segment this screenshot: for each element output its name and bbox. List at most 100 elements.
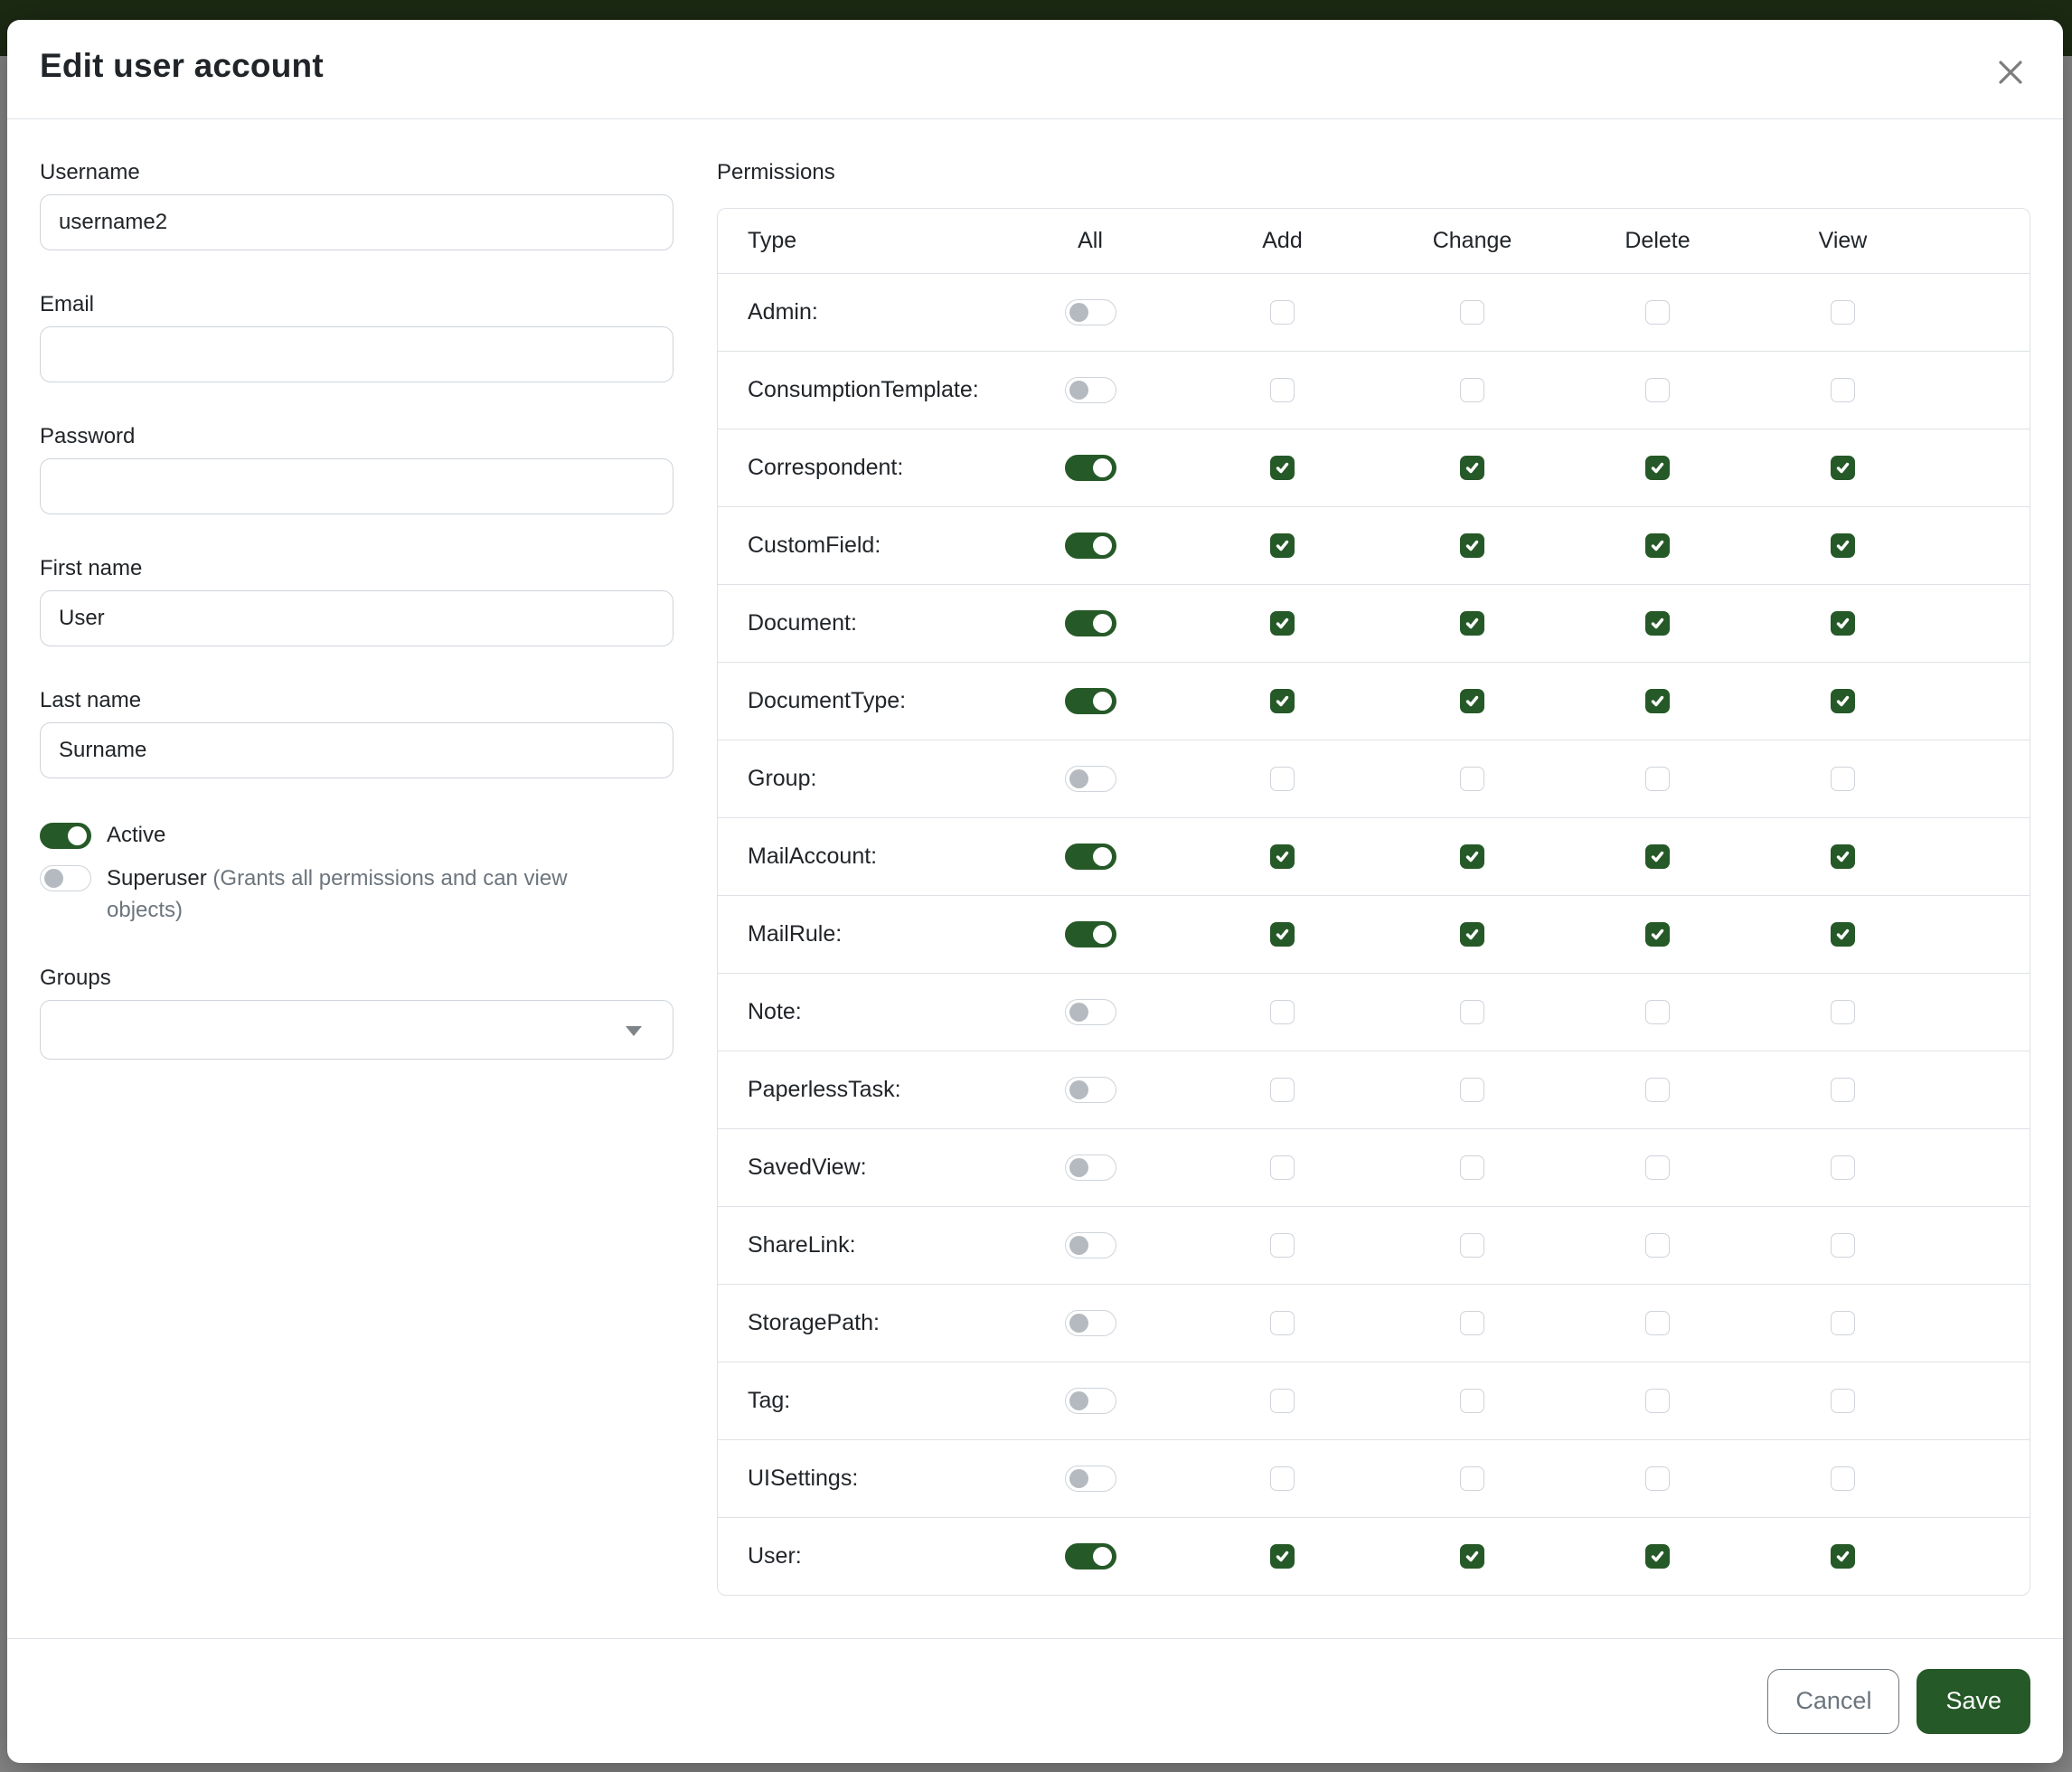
all-toggle[interactable] [1065,610,1116,636]
email-input[interactable] [40,326,673,382]
delete-checkbox[interactable] [1645,922,1670,947]
add-checkbox[interactable] [1270,922,1295,947]
first-name-input[interactable] [40,590,673,646]
all-toggle[interactable] [1065,1155,1116,1181]
view-checkbox[interactable] [1831,922,1855,947]
delete-checkbox[interactable] [1645,1000,1670,1024]
all-toggle[interactable] [1065,921,1116,947]
close-button[interactable] [1989,51,2032,97]
change-checkbox[interactable] [1460,378,1484,402]
view-checkbox[interactable] [1831,1466,1855,1491]
delete-checkbox[interactable] [1645,456,1670,480]
delete-checkbox[interactable] [1645,611,1670,636]
view-checkbox[interactable] [1831,611,1855,636]
view-checkbox[interactable] [1831,300,1855,325]
change-checkbox[interactable] [1460,456,1484,480]
all-toggle[interactable] [1065,1543,1116,1569]
delete-checkbox[interactable] [1645,378,1670,402]
change-checkbox[interactable] [1460,1155,1484,1180]
change-checkbox[interactable] [1460,1000,1484,1024]
delete-checkbox[interactable] [1645,1311,1670,1335]
all-toggle[interactable] [1065,1232,1116,1258]
add-checkbox[interactable] [1270,1233,1295,1258]
view-checkbox[interactable] [1831,767,1855,791]
change-checkbox[interactable] [1460,1466,1484,1491]
add-checkbox[interactable] [1270,689,1295,713]
change-checkbox[interactable] [1460,611,1484,636]
change-checkbox[interactable] [1460,1233,1484,1258]
view-checkbox[interactable] [1831,1000,1855,1024]
save-button[interactable]: Save [1917,1669,2030,1734]
view-checkbox[interactable] [1831,533,1855,558]
change-checkbox[interactable] [1460,300,1484,325]
delete-checkbox[interactable] [1645,689,1670,713]
delete-checkbox[interactable] [1645,300,1670,325]
view-checkbox[interactable] [1831,1544,1855,1569]
view-checkbox[interactable] [1831,456,1855,480]
groups-select[interactable] [40,1000,673,1060]
change-checkbox[interactable] [1460,767,1484,791]
add-checkbox[interactable] [1270,456,1295,480]
toggle-knob [1069,1469,1088,1488]
change-checkbox[interactable] [1460,1544,1484,1569]
last-name-input[interactable] [40,722,673,778]
view-checkbox[interactable] [1831,1233,1855,1258]
all-toggle[interactable] [1065,1310,1116,1336]
add-checkbox[interactable] [1270,1311,1295,1335]
add-checkbox[interactable] [1270,378,1295,402]
superuser-toggle[interactable] [40,865,91,891]
all-toggle[interactable] [1065,533,1116,559]
add-checkbox[interactable] [1270,1544,1295,1569]
add-checkbox[interactable] [1270,844,1295,869]
permission-type-label: Document: [718,610,995,636]
all-toggle[interactable] [1065,999,1116,1025]
all-toggle[interactable] [1065,1466,1116,1492]
delete-checkbox[interactable] [1645,1544,1670,1569]
add-checkbox[interactable] [1270,1389,1295,1413]
delete-checkbox[interactable] [1645,1078,1670,1102]
username-input[interactable] [40,194,673,250]
password-input[interactable] [40,458,673,514]
delete-checkbox[interactable] [1645,1233,1670,1258]
all-toggle[interactable] [1065,1388,1116,1414]
delete-checkbox[interactable] [1645,533,1670,558]
change-checkbox[interactable] [1460,1078,1484,1102]
all-toggle[interactable] [1065,1077,1116,1103]
change-checkbox[interactable] [1460,1311,1484,1335]
delete-checkbox[interactable] [1645,1466,1670,1491]
view-checkbox[interactable] [1831,1155,1855,1180]
all-toggle[interactable] [1065,844,1116,870]
add-checkbox[interactable] [1270,1078,1295,1102]
delete-checkbox[interactable] [1645,1155,1670,1180]
change-checkbox[interactable] [1460,689,1484,713]
all-toggle[interactable] [1065,377,1116,403]
change-checkbox[interactable] [1460,533,1484,558]
view-checkbox[interactable] [1831,378,1855,402]
view-checkbox[interactable] [1831,1389,1855,1413]
add-checkbox[interactable] [1270,300,1295,325]
cancel-button[interactable]: Cancel [1767,1669,1899,1734]
add-checkbox[interactable] [1270,1155,1295,1180]
add-checkbox[interactable] [1270,767,1295,791]
table-row: Tag: [718,1362,2030,1439]
add-checkbox[interactable] [1270,611,1295,636]
view-checkbox[interactable] [1831,689,1855,713]
change-checkbox[interactable] [1460,922,1484,947]
change-checkbox[interactable] [1460,1389,1484,1413]
add-checkbox[interactable] [1270,1466,1295,1491]
change-checkbox[interactable] [1460,844,1484,869]
delete-checkbox[interactable] [1645,1389,1670,1413]
add-checkbox[interactable] [1270,1000,1295,1024]
permission-type-label: Group: [718,766,995,792]
view-checkbox[interactable] [1831,1311,1855,1335]
view-checkbox[interactable] [1831,844,1855,869]
all-toggle[interactable] [1065,766,1116,792]
delete-checkbox[interactable] [1645,767,1670,791]
add-checkbox[interactable] [1270,533,1295,558]
all-toggle[interactable] [1065,299,1116,325]
delete-checkbox[interactable] [1645,844,1670,869]
view-checkbox[interactable] [1831,1078,1855,1102]
active-toggle[interactable] [40,823,91,849]
all-toggle[interactable] [1065,688,1116,714]
all-toggle[interactable] [1065,455,1116,481]
